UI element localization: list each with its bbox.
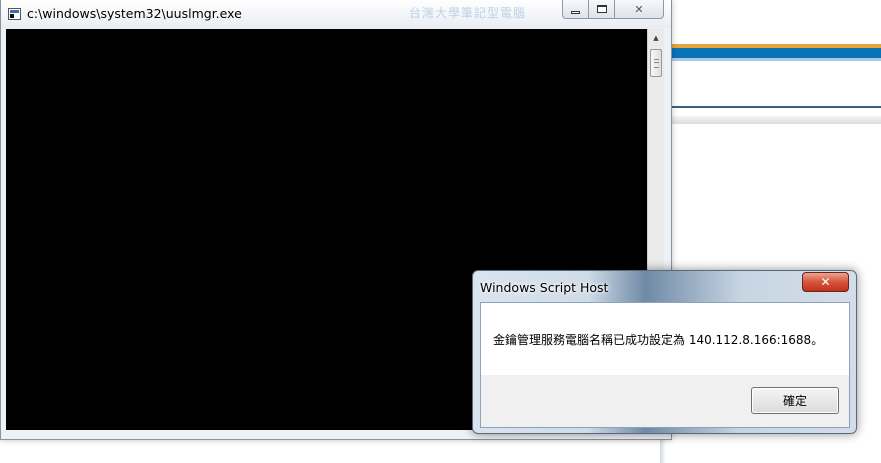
console-close-button[interactable]: ✕ <box>615 0 664 19</box>
dialog-close-button[interactable]: ✕ <box>802 272 849 292</box>
background-light-stripe <box>660 58 881 61</box>
dialog-message: 金鑰管理服務電腦名稱已成功設定為 140.112.8.166:1688。 <box>493 333 824 347</box>
scroll-up-button[interactable]: ▲ <box>648 29 664 46</box>
background-window <box>660 0 881 463</box>
maximize-icon <box>596 5 607 13</box>
ok-button[interactable]: 確定 <box>751 387 839 414</box>
close-icon: ✕ <box>820 275 831 289</box>
minimize-icon <box>571 10 580 14</box>
dialog-client-area: 金鑰管理服務電腦名稱已成功設定為 140.112.8.166:1688。 確定 <box>480 302 850 428</box>
faded-background-title: 台灣大學筆記型電腦 <box>409 6 527 20</box>
console-titlebar[interactable]: c:\windows\system32\uuslmgr.exe 台灣大學筆記型電… <box>1 0 671 28</box>
background-divider <box>660 106 881 108</box>
scroll-thumb[interactable] <box>650 49 662 77</box>
console-app-icon[interactable] <box>8 8 21 20</box>
caption-buttons: ✕ <box>562 0 664 19</box>
close-icon: ✕ <box>634 2 644 16</box>
dialog-button-bar: 確定 <box>481 375 849 427</box>
maximize-button[interactable] <box>589 0 615 19</box>
background-toolbar-strip <box>660 116 881 124</box>
dialog-title: Windows Script Host <box>480 280 609 295</box>
console-window-title: c:\windows\system32\uuslmgr.exe <box>27 6 242 21</box>
script-host-dialog: Windows Script Host ✕ 金鑰管理服務電腦名稱已成功設定為 1… <box>472 270 857 434</box>
minimize-button[interactable] <box>562 0 589 19</box>
arrow-up-icon: ▲ <box>653 33 659 42</box>
background-blue-stripe <box>660 48 881 58</box>
